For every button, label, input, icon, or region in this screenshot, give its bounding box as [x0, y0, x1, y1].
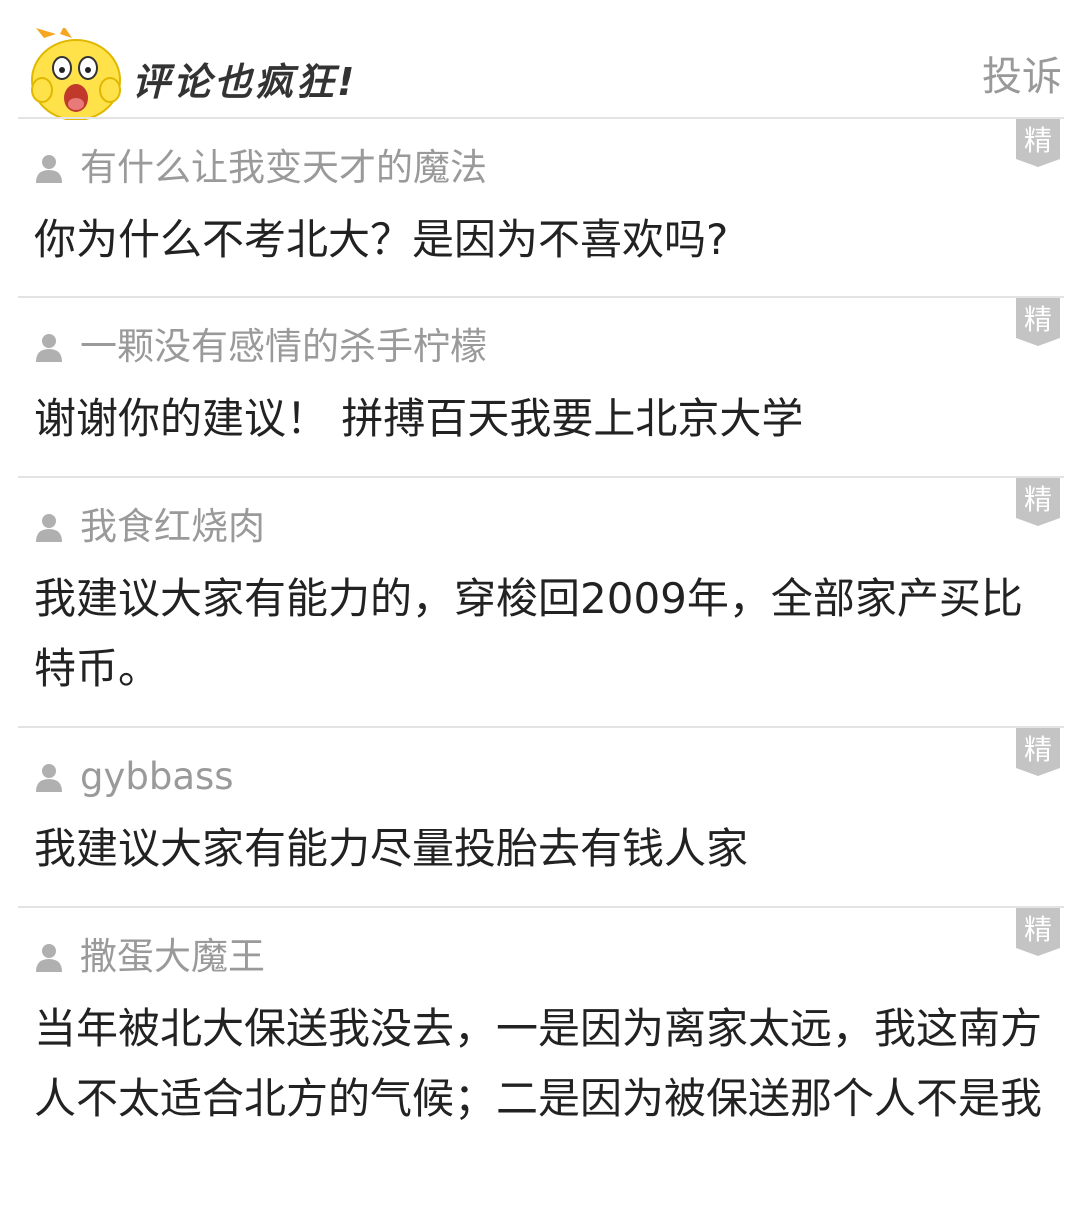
- featured-badge: 精: [1016, 728, 1060, 776]
- comment-user-row: 有什么让我变天才的魔法: [34, 145, 487, 191]
- featured-badge: 精: [1016, 478, 1060, 526]
- comment-item: 精 一颗没有感情的杀手柠檬 谢谢你的建议！ 拼搏百天我要上北京大学: [18, 296, 1064, 476]
- user-icon: [34, 762, 64, 792]
- comment-item: 精 撒蛋大魔王 当年被北大保送我没去，一是因为离家太远，我这南方人不太适合北方的…: [18, 906, 1064, 1218]
- mascot-icon: [26, 26, 126, 121]
- comment-user-row: 我食红烧肉: [34, 504, 265, 550]
- comment-username[interactable]: 我食红烧肉: [80, 504, 265, 550]
- comments-header: 评论也疯狂! 投诉: [0, 0, 1080, 121]
- comment-username[interactable]: 撒蛋大魔王: [80, 934, 265, 980]
- comment-content: 当年被北大保送我没去，一是因为离家太远，我这南方人不太适合北方的气候；二是因为被…: [34, 1004, 1043, 1123]
- svg-text:精: 精: [1024, 124, 1052, 157]
- featured-badge: 精: [1016, 298, 1060, 346]
- comment-content: 谢谢你的建议！ 拼搏百天我要上北京大学: [34, 394, 804, 443]
- comment-content: 你为什么不考北大？是因为不喜欢吗?: [34, 215, 729, 264]
- svg-text:精: 精: [1024, 913, 1052, 946]
- comment-user-row: 一颗没有感情的杀手柠檬: [34, 324, 487, 370]
- comment-username[interactable]: gybbass: [80, 754, 234, 800]
- report-link[interactable]: 投诉: [982, 50, 1062, 104]
- comment-item: 精 有什么让我变天才的魔法 你为什么不考北大？是因为不喜欢吗?: [18, 117, 1064, 297]
- header-title: 评论也疯狂!: [132, 60, 358, 104]
- comment-content: 我建议大家有能力的，穿梭回2009年，全部家产买比特币。: [34, 574, 1023, 693]
- featured-badge: 精: [1016, 908, 1060, 956]
- comment-item: 精 gybbass 我建议大家有能力尽量投胎去有钱人家: [18, 726, 1064, 906]
- svg-text:精: 精: [1024, 303, 1052, 336]
- comment-item: 精 我食红烧肉 我建议大家有能力的，穿梭回2009年，全部家产买比特币。: [18, 476, 1064, 726]
- user-icon: [34, 332, 64, 362]
- user-icon: [34, 512, 64, 542]
- comment-user-row: gybbass: [34, 754, 234, 800]
- comment-user-row: 撒蛋大魔王: [34, 934, 265, 980]
- comment-content: 我建议大家有能力尽量投胎去有钱人家: [34, 824, 749, 873]
- comment-username[interactable]: 有什么让我变天才的魔法: [80, 145, 487, 191]
- featured-badge: 精: [1016, 119, 1060, 167]
- user-icon: [34, 153, 64, 183]
- svg-text:精: 精: [1024, 483, 1052, 516]
- svg-text:精: 精: [1024, 733, 1052, 766]
- user-icon: [34, 942, 64, 972]
- comment-username[interactable]: 一颗没有感情的杀手柠檬: [80, 324, 487, 370]
